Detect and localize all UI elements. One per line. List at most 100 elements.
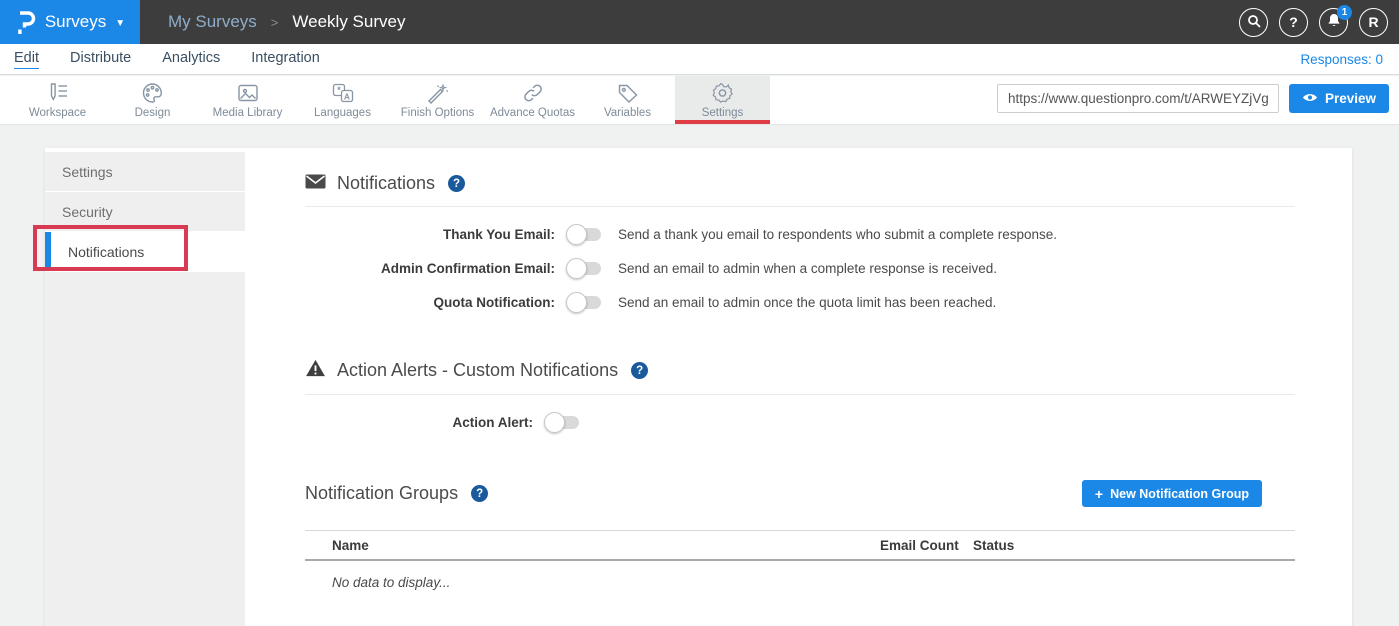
row-label: Thank You Email: xyxy=(305,227,555,242)
tab-distribute[interactable]: Distribute xyxy=(70,50,131,68)
toolbar-label: Media Library xyxy=(213,107,283,119)
annotation-underline xyxy=(675,120,770,124)
preview-button[interactable]: Preview xyxy=(1289,84,1389,113)
survey-nav: Edit Distribute Analytics Integration Re… xyxy=(0,44,1399,75)
sidebar-item-label: Notifications xyxy=(62,244,144,260)
toolbar-item-design[interactable]: Design xyxy=(105,76,200,124)
toolbar-label: Design xyxy=(135,107,171,119)
media-library-icon xyxy=(236,82,260,104)
thank-you-email-row: Thank You Email: Send a thank you email … xyxy=(305,224,1295,245)
admin-confirmation-email-toggle[interactable] xyxy=(568,262,601,275)
topbar: Surveys ▼ My Surveys > Weekly Survey ? 1 xyxy=(0,0,1399,44)
section-title: Notifications xyxy=(337,173,435,194)
row-description: Send an email to admin once the quota li… xyxy=(618,295,996,310)
notification-groups-table: Name Email Count Status No data to displ… xyxy=(305,530,1295,590)
settings-sidebar: Settings Security Notifications xyxy=(45,148,245,626)
toolbar-label: Variables xyxy=(604,107,651,119)
variables-tag-icon xyxy=(616,82,640,104)
help-button[interactable]: ? xyxy=(1279,8,1308,37)
notifications-help-icon[interactable]: ? xyxy=(448,175,465,192)
finish-options-wand-icon xyxy=(426,82,450,104)
topbar-icons: ? 1 R xyxy=(1239,8,1399,37)
row-label: Admin Confirmation Email: xyxy=(305,261,555,276)
notification-groups-help-icon[interactable]: ? xyxy=(471,485,488,502)
surveys-product-switcher[interactable]: Surveys ▼ xyxy=(0,0,140,44)
empty-table-message: No data to display... xyxy=(305,575,1295,590)
eye-icon xyxy=(1302,91,1318,106)
toolbar-label: Finish Options xyxy=(401,107,475,119)
toolbar-item-finish-options[interactable]: Finish Options xyxy=(390,76,485,124)
envelope-icon xyxy=(305,174,326,194)
sidebar-item-security[interactable]: Security xyxy=(45,192,245,231)
design-palette-icon xyxy=(141,82,164,104)
breadcrumb-current-survey: Weekly Survey xyxy=(292,12,405,32)
preview-label: Preview xyxy=(1325,91,1376,106)
column-header-status: Status xyxy=(973,538,1295,553)
action-alert-toggle[interactable] xyxy=(546,416,579,429)
advance-quotas-link-icon xyxy=(521,82,545,104)
caret-down-icon: ▼ xyxy=(115,18,125,29)
notification-groups-header: Notification Groups ? + New Notification… xyxy=(305,480,1295,507)
questionpro-logo-icon xyxy=(15,10,36,35)
toolbar-item-workspace[interactable]: Workspace xyxy=(10,76,105,124)
admin-confirmation-email-row: Admin Confirmation Email: Send an email … xyxy=(305,258,1295,279)
row-description: Send a thank you email to respondents wh… xyxy=(618,227,1057,242)
notifications-section-header: Notifications ? xyxy=(305,173,1295,194)
new-notification-group-button[interactable]: + New Notification Group xyxy=(1082,480,1262,507)
sidebar-item-notifications[interactable]: Notifications xyxy=(45,232,245,271)
search-icon xyxy=(1247,14,1261,31)
notification-toggle-rows: Thank You Email: Send a thank you email … xyxy=(305,224,1295,313)
avatar-initial: R xyxy=(1368,14,1378,30)
toolbar-label: Settings xyxy=(702,107,744,119)
toolbar-item-settings[interactable]: Settings xyxy=(675,76,770,124)
sidebar-item-label: Security xyxy=(62,204,113,220)
toolbar-item-languages[interactable]: * A Languages xyxy=(295,76,390,124)
sidebar-filler xyxy=(45,272,245,626)
notification-count-badge: 1 xyxy=(1337,5,1352,20)
breadcrumb: My Surveys > Weekly Survey xyxy=(168,12,405,32)
action-alerts-help-icon[interactable]: ? xyxy=(631,362,648,379)
action-alerts-section: Action Alerts - Custom Notifications ? A… xyxy=(305,359,1295,433)
workspace-icon xyxy=(46,82,70,104)
column-header-email-count: Email Count xyxy=(880,538,973,553)
toolbar-item-variables[interactable]: Variables xyxy=(580,76,675,124)
languages-icon: * A xyxy=(331,82,355,104)
tab-integration[interactable]: Integration xyxy=(251,50,320,68)
svg-text:*: * xyxy=(337,84,341,94)
toolbar-item-media-library[interactable]: Media Library xyxy=(200,76,295,124)
responses-count[interactable]: Responses: 0 xyxy=(1300,52,1383,67)
thank-you-email-toggle[interactable] xyxy=(568,228,601,241)
divider xyxy=(305,394,1295,395)
sidebar-item-settings[interactable]: Settings xyxy=(45,152,245,191)
table-header-row: Name Email Count Status xyxy=(305,530,1295,561)
tab-edit[interactable]: Edit xyxy=(14,50,39,69)
toolbar-item-advance-quotas[interactable]: Advance Quotas xyxy=(485,76,580,124)
plus-icon: + xyxy=(1095,486,1103,502)
toolbar-label: Workspace xyxy=(29,107,86,119)
notification-groups-title-wrap: Notification Groups ? xyxy=(305,483,488,504)
action-alerts-header: Action Alerts - Custom Notifications ? xyxy=(305,359,1295,382)
search-button[interactable] xyxy=(1239,8,1268,37)
notifications-settings-content: Notifications ? Thank You Email: Send a … xyxy=(305,148,1295,590)
warning-triangle-icon xyxy=(305,359,326,382)
row-label: Action Alert: xyxy=(305,415,533,430)
settings-gear-icon xyxy=(711,82,734,104)
breadcrumb-my-surveys[interactable]: My Surveys xyxy=(168,12,257,32)
survey-url-input[interactable] xyxy=(997,84,1279,113)
action-alert-row: Action Alert: xyxy=(305,412,1295,433)
account-avatar[interactable]: R xyxy=(1359,8,1388,37)
action-alert-rows: Action Alert: xyxy=(305,412,1295,433)
section-title: Notification Groups xyxy=(305,483,458,504)
breadcrumb-separator: > xyxy=(271,15,279,30)
sidebar-item-label: Settings xyxy=(62,164,113,180)
notifications-bell-button[interactable]: 1 xyxy=(1319,8,1348,37)
help-icon: ? xyxy=(1289,14,1298,30)
quota-notification-toggle[interactable] xyxy=(568,296,601,309)
tab-analytics[interactable]: Analytics xyxy=(162,50,220,68)
product-label: Surveys xyxy=(45,12,106,32)
column-header-name: Name xyxy=(332,538,880,553)
survey-link-area: Preview xyxy=(997,84,1389,113)
svg-text:A: A xyxy=(343,91,349,101)
new-group-label: New Notification Group xyxy=(1110,487,1249,501)
toolbar-label: Languages xyxy=(314,107,371,119)
